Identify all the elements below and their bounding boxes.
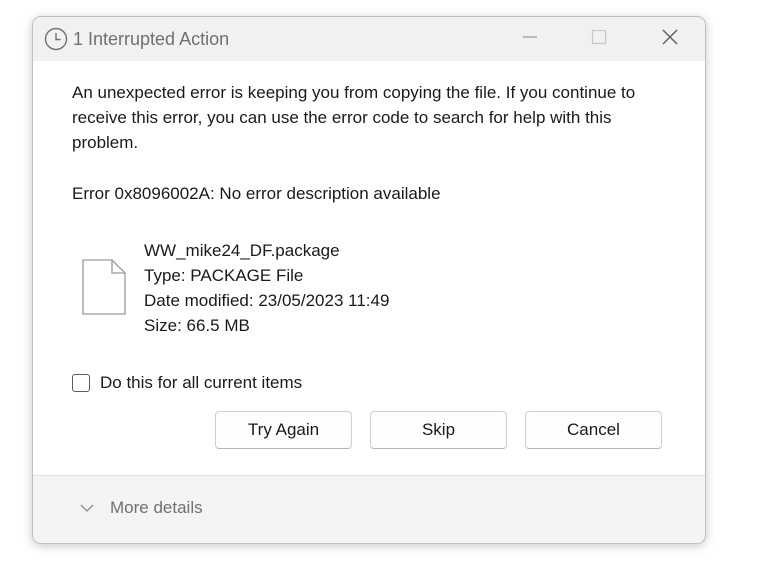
error-message: An unexpected error is keeping you from … <box>72 83 636 152</box>
minimize-button[interactable] <box>507 17 553 61</box>
file-size: Size: 66.5 MB <box>144 316 250 335</box>
maximize-icon <box>590 28 608 51</box>
error-code: Error 0x8096002A: No error description a… <box>72 184 441 203</box>
maximize-button[interactable] <box>576 17 622 61</box>
more-details-label: More details <box>110 498 203 517</box>
file-details: WW_mike24_DF.package Type: PACKAGE File … <box>144 238 389 338</box>
skip-button[interactable]: Skip <box>370 411 507 449</box>
interrupted-action-dialog: 1 Interrupted Action An unexpected error… <box>32 16 706 544</box>
clock-icon <box>44 27 68 51</box>
minimize-icon <box>521 28 539 51</box>
apply-to-all-checkbox[interactable] <box>72 374 90 392</box>
more-details-toggle[interactable]: More details <box>79 498 203 518</box>
file-date-modified: Date modified: 23/05/2023 11:49 <box>144 291 390 310</box>
chevron-down-icon <box>79 500 95 516</box>
close-icon <box>661 28 679 51</box>
close-button[interactable] <box>647 17 693 61</box>
window-title: 1 Interrupted Action <box>73 29 230 49</box>
file-name: WW_mike24_DF.package <box>144 241 340 260</box>
title-bar[interactable]: 1 Interrupted Action <box>33 17 705 61</box>
file-icon <box>82 259 126 315</box>
apply-to-all-row[interactable]: Do this for all current items <box>72 373 302 393</box>
file-type: Type: PACKAGE File <box>144 266 304 285</box>
cancel-button[interactable]: Cancel <box>525 411 662 449</box>
apply-to-all-label: Do this for all current items <box>100 373 303 392</box>
dialog-footer: More details <box>33 475 705 543</box>
try-again-button[interactable]: Try Again <box>215 411 352 449</box>
